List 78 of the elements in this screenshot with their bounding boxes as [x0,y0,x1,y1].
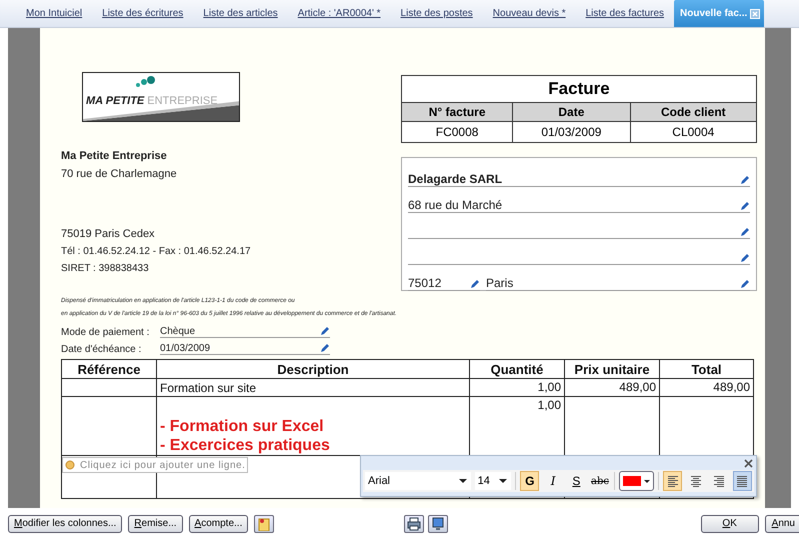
font-size-dropdown[interactable]: 14 [474,472,512,490]
align-left-icon [668,476,678,486]
input-field[interactable]: 01/03/2009 [160,343,330,355]
pencil-icon[interactable] [470,279,480,289]
caret-icon [499,479,508,483]
table-cell: Formation sur site [156,378,470,396]
company-city: 75019 Paris Cedex [61,228,156,240]
dot-icon [65,460,75,470]
description-text: - Formation sur Excel [160,417,325,436]
column-header: N° facture [402,102,513,122]
tab[interactable]: Liste des postes [390,0,483,27]
underline-button[interactable]: S [566,471,586,491]
input-field[interactable]: 68 rue du Marché [408,190,750,213]
action-button[interactable]: Acompte... [188,514,248,532]
pencil-icon[interactable] [740,279,750,289]
column-header: Total [660,360,754,378]
font-dropdown[interactable]: Arial [365,472,471,490]
action-button[interactable]: Modifier les colonnes... [8,514,122,532]
input-field[interactable]: Delagarde SARL [408,164,750,187]
caret-icon [458,479,467,483]
printer-icon [407,516,422,530]
note-button[interactable] [254,514,274,532]
table-cell: 489,00 [564,378,660,396]
tab[interactable]: Liste des écritures [92,0,194,27]
logo-text: MA PETITE [86,95,144,107]
table-cell: 1,00 [470,378,564,396]
monitor-icon [431,516,446,530]
print-button[interactable] [404,514,424,532]
caret-icon [644,480,650,482]
logo-text: ENTREPRISE [147,95,218,107]
pencil-icon[interactable] [740,201,750,211]
description-text: - Excercices pratiques [160,436,331,455]
align-justify-button[interactable] [732,471,752,491]
italic-button[interactable]: I [543,471,563,491]
align-center-icon [690,476,701,486]
invoice-title: Facture [402,76,756,102]
company-phone: Tél : 01.46.52.24.12 - Fax : 01.46.52.24.17 [61,246,252,257]
color-swatch [622,476,641,486]
column-header: Date [512,102,630,122]
table-cell: 01/03/2009 [512,122,630,142]
add-line-link[interactable]: Cliquez ici pour ajouter une ligne. [62,457,248,473]
tab[interactable]: Mon Intuiciel [16,0,92,27]
table-cell: 489,00 [660,378,754,396]
align-justify-icon [737,476,748,486]
table-cell: CL0004 [630,122,756,142]
ok-button[interactable]: OK [700,514,759,532]
company-siret: SIRET : 398838433 [61,263,150,274]
align-right-icon [714,476,724,486]
cancel-button[interactable]: Annu [764,514,799,532]
column-header: Description [156,360,470,378]
text-color-button[interactable] [618,471,654,491]
input-field[interactable]: 75012 [408,268,480,291]
align-left-button[interactable] [662,471,682,491]
tab[interactable]: Article : 'AR0004' * [288,0,391,27]
pencil-icon[interactable] [740,175,750,185]
input-field[interactable]: Chèque [160,326,330,338]
column-header: Quantité [470,360,564,378]
field-label: Date d'échéance : [61,344,142,355]
input-field[interactable]: Paris [486,268,750,291]
strikethrough-button[interactable]: abc [590,471,610,491]
dots-icon [135,76,157,88]
column-header: Référence [62,360,156,378]
tab[interactable]: Liste des articles [193,0,288,27]
pencil-icon[interactable] [740,227,750,237]
company-name: Ma Petite Entreprise [61,150,168,162]
column-header: Code client [630,102,756,122]
preview-button[interactable] [428,514,448,532]
pencil-icon[interactable] [740,253,750,263]
note-icon [257,516,272,530]
field-label: Mode de paiement : [61,327,150,338]
table-cell: FC0008 [402,122,513,142]
tab[interactable]: Liste des factures [576,0,674,27]
action-button[interactable]: Remise... [128,514,183,532]
tab[interactable]: Nouveau devis * [482,0,576,27]
company-address: 70 rue de Charlemagne [61,168,178,180]
bold-button[interactable]: G [520,471,540,491]
close-icon[interactable] [744,459,753,468]
column-header: Prix unitaire [564,360,660,378]
